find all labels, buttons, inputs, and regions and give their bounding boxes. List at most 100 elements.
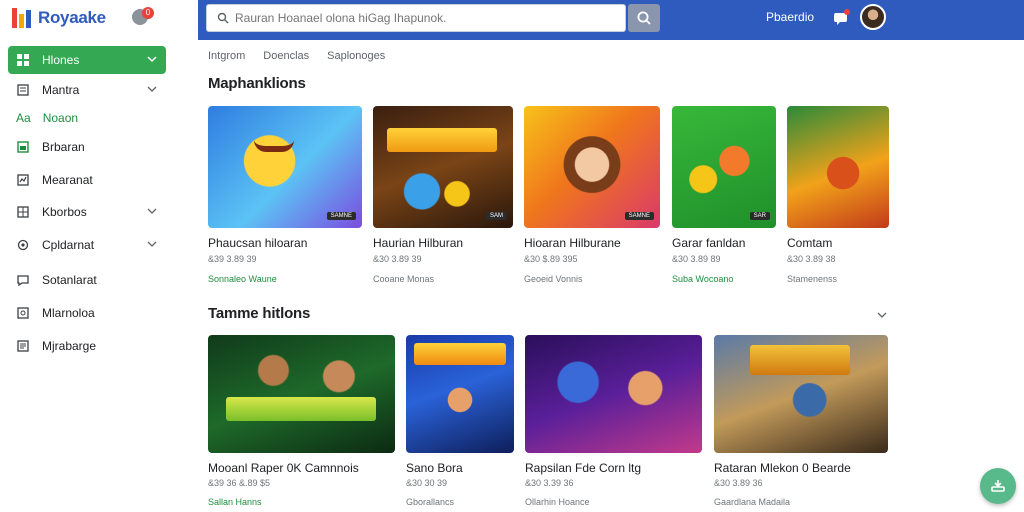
sidebar-item-label: Hlones: [42, 53, 80, 67]
game-card[interactable]: Rapsilan Fde Corn ltg &30 3.39 36 Ollarh…: [525, 335, 702, 512]
sidebar-item-label: Mlarnoloa: [42, 306, 95, 320]
game-thumbnail[interactable]: [406, 335, 514, 453]
game-thumbnail[interactable]: [714, 335, 888, 453]
sidebar: Hlones Mantra Aa Noaon Brbaran Mearanat …: [0, 40, 180, 512]
game-title[interactable]: Rataran Mlekon 0 Bearde: [714, 461, 851, 475]
game-meta: &30 3.89 39: [373, 254, 422, 264]
game-title[interactable]: Mooanl Raper 0K Camnnois: [208, 461, 359, 475]
chat-icon: [16, 273, 30, 287]
game-title[interactable]: Garar fanldan: [672, 236, 745, 250]
sidebar-item-mjrabarge[interactable]: Mjrabarge: [8, 332, 166, 360]
game-meta: &30 3.89 38: [787, 254, 836, 264]
game-meta: &30 $.89 395: [524, 254, 578, 264]
chevron-down-icon[interactable]: [876, 308, 888, 320]
game-card[interactable]: Sano Bora &30 30 39 Gborallancs: [406, 335, 514, 512]
floating-action-button[interactable]: [980, 468, 1016, 504]
sidebar-item-mantra[interactable]: Mantra: [8, 76, 166, 104]
game-thumbnail[interactable]: SAMNE: [524, 106, 660, 228]
sidebar-item-sotanlarat[interactable]: Sotanlarat: [8, 266, 166, 294]
tab-saplonoges[interactable]: Saplonoges: [327, 50, 385, 62]
sidebar-item-label: Sotanlarat: [42, 273, 97, 287]
game-publisher: Stamenenss: [787, 274, 838, 284]
chevron-down-icon[interactable]: [146, 205, 158, 217]
section-title: Tamme hitlons: [208, 305, 311, 322]
game-card[interactable]: SAMNE Hioaran Hilburane &30 $.89 395 Geo…: [524, 106, 660, 286]
folder-icon: [16, 205, 30, 219]
search-icon: [637, 11, 651, 25]
game-tag: SAMNE: [624, 212, 654, 220]
game-meta: &39 3.89 39: [208, 254, 257, 264]
sidebar-item-label: Brbaran: [42, 140, 85, 154]
game-publisher: Suba Wocoano: [672, 274, 734, 284]
user-badge-icon[interactable]: 0: [132, 7, 154, 27]
game-title[interactable]: Hioaran Hilburane: [524, 236, 621, 250]
book-icon: [16, 83, 30, 97]
game-meta: &30 3.89 89: [672, 254, 721, 264]
grid-icon: [16, 53, 30, 67]
game-publisher: Sallan Hanns: [208, 497, 262, 507]
game-thumbnail[interactable]: SAMNE: [208, 106, 362, 228]
sidebar-item-mlarnoloa[interactable]: Mlarnoloa: [8, 299, 166, 327]
chevron-down-icon[interactable]: [146, 238, 158, 250]
notification-bell-icon[interactable]: [832, 8, 852, 28]
game-tag: SAMNE: [326, 212, 356, 220]
heist-art-banner: [750, 345, 850, 375]
sidebar-item-kborbos[interactable]: Kborbos: [8, 198, 166, 226]
game-title[interactable]: Phaucsan hiloaran: [208, 236, 307, 250]
game-meta: &30 30 39: [406, 478, 448, 488]
game-publisher: Geoeid Vonnis: [524, 274, 583, 284]
nabens-art-banner: [387, 128, 497, 152]
game-card[interactable]: SAR Garar fanldan &30 3.89 89 Suba Wocoa…: [672, 106, 776, 286]
search-button[interactable]: [628, 4, 660, 32]
game-title[interactable]: Comtam: [787, 236, 832, 250]
mowaran-art-banner: [226, 397, 376, 421]
tab-doenclas[interactable]: Doenclas: [263, 50, 309, 62]
game-publisher: Sonnaleo Waune: [208, 274, 277, 284]
game-thumbnail[interactable]: [208, 335, 395, 453]
game-card[interactable]: SAM Haurian Hilburan &30 3.89 39 Cooane …: [373, 106, 513, 286]
app-logo[interactable]: Royaake: [12, 6, 106, 30]
sidebar-item-label: Mjrabarge: [42, 339, 97, 353]
sidebar-item-mearanat[interactable]: Mearanat: [8, 166, 166, 194]
emoji-face-art: [254, 140, 294, 152]
sidebar-item-label: Kborbos: [42, 205, 87, 219]
notification-count: 0: [142, 7, 154, 19]
section-title: Maphanklions: [208, 75, 306, 92]
category-tabs: Intgrom Doenclas Saplonoges: [208, 50, 385, 62]
sidebar-item-hlones[interactable]: Hlones: [8, 46, 166, 74]
game-meta: &39 36 &.89 $5: [208, 478, 271, 488]
tab-intgrom[interactable]: Intgrom: [208, 50, 245, 62]
sidebar-item-noaon[interactable]: Aa Noaon: [8, 104, 166, 132]
game-thumbnail[interactable]: SAR: [672, 106, 776, 228]
search-icon: [217, 12, 229, 24]
square-icon: [16, 140, 30, 154]
sidebar-item-brbaran[interactable]: Brbaran: [8, 133, 166, 161]
game-card[interactable]: Rataran Mlekon 0 Bearde &30 3.89 36 Gaar…: [714, 335, 888, 512]
game-publisher: Ollarhin Hoance: [525, 497, 590, 507]
game-thumbnail[interactable]: SAM: [373, 106, 513, 228]
search-input[interactable]: [235, 11, 615, 25]
game-card[interactable]: Comtam &30 3.89 38 Stamenenss: [787, 106, 889, 286]
text-aa-icon: Aa: [16, 111, 31, 125]
game-tag: SAR: [749, 212, 770, 220]
sidebar-item-label: Mearanat: [42, 173, 93, 187]
game-thumbnail[interactable]: [787, 106, 889, 228]
sidebar-item-label: Mantra: [42, 83, 80, 97]
game-title[interactable]: Haurian Hilburan: [373, 236, 463, 250]
game-thumbnail[interactable]: [525, 335, 702, 453]
game-publisher: Gborallancs: [406, 497, 455, 507]
game-title[interactable]: Rapsilan Fde Corn ltg: [525, 461, 641, 475]
game-title[interactable]: Sano Bora: [406, 461, 463, 475]
avatar[interactable]: [860, 4, 886, 30]
sidebar-item-cpldarnat[interactable]: Cpldarnat: [8, 231, 166, 259]
game-card[interactable]: Mooanl Raper 0K Camnnois &39 36 &.89 $5 …: [208, 335, 395, 512]
game-card[interactable]: SAMNE Phaucsan hiloaran &39 3.89 39 Sonn…: [208, 106, 362, 286]
list-icon: [16, 339, 30, 353]
chevron-down-icon[interactable]: [146, 53, 158, 65]
chevron-down-icon[interactable]: [146, 83, 158, 95]
header-link[interactable]: Pbaerdio: [766, 10, 814, 24]
sidebar-item-label: Noaon: [42, 111, 79, 125]
top-bar: Royaake 0 Pbaerdio: [0, 0, 1024, 40]
search-box[interactable]: [206, 4, 626, 32]
game-publisher: Cooane Monas: [373, 274, 435, 284]
